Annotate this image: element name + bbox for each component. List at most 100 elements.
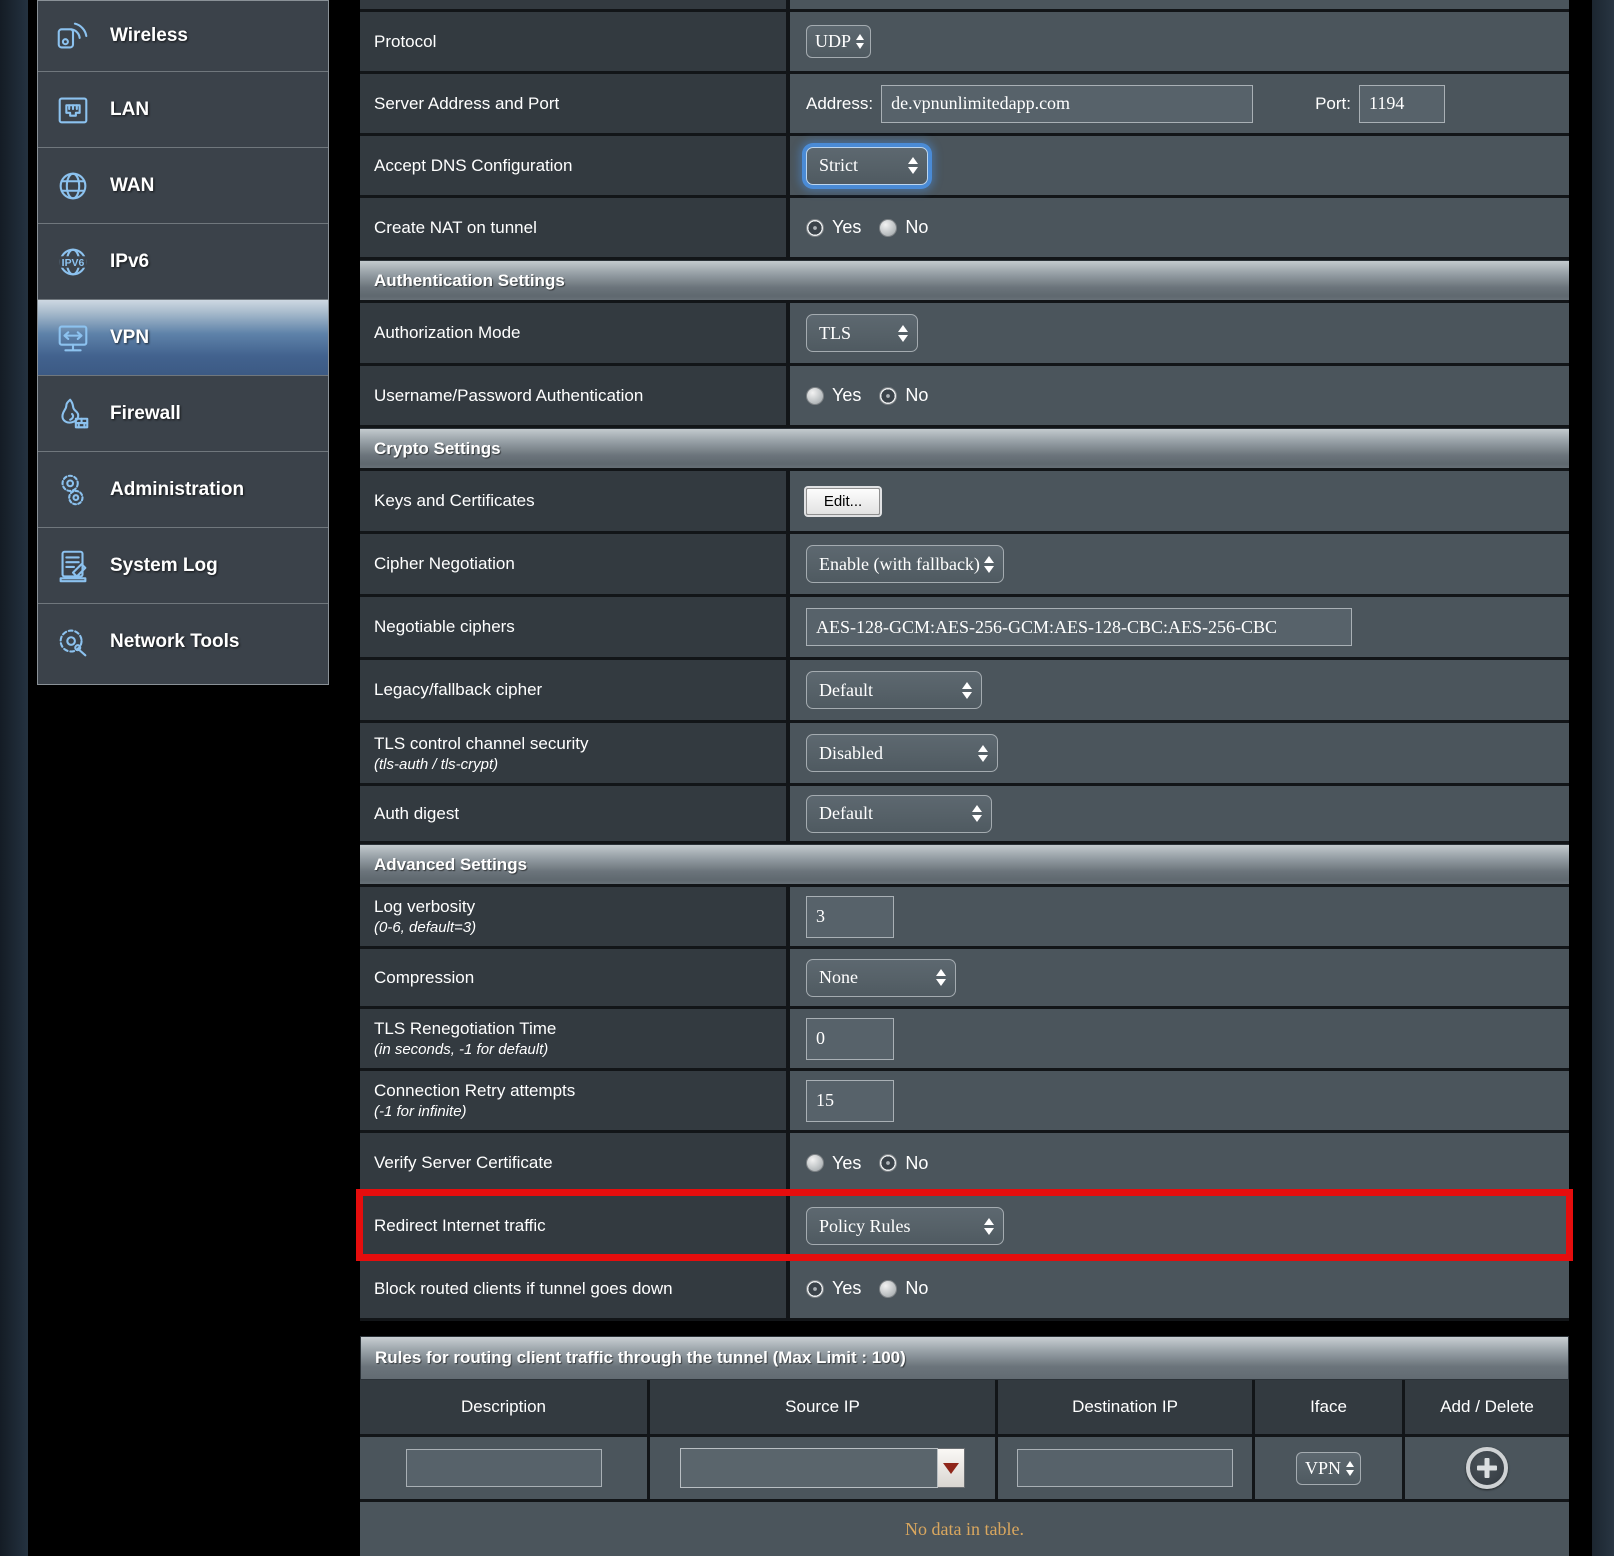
source-ip-dropdown-button[interactable] [938, 1448, 965, 1488]
protocol-row: Protocol UDP [360, 12, 1569, 74]
tls-control-select[interactable]: Disabled [806, 734, 998, 772]
connection-retry-input[interactable] [806, 1080, 894, 1122]
connection-retry-row: Connection Retry attempts (-1 for infini… [360, 1071, 1569, 1133]
sidebar-item-label: Administration [110, 479, 244, 501]
sidebar-item-label: IPv6 [110, 251, 149, 273]
no-radio[interactable] [879, 1154, 897, 1172]
yes-radio[interactable] [806, 387, 824, 405]
accept-dns-select[interactable]: Strict [806, 147, 928, 185]
userpass-auth-row: Username/Password Authentication Yes No [360, 366, 1569, 428]
log-verbosity-label: Log verbosity [374, 897, 786, 917]
log-verbosity-input[interactable] [806, 896, 894, 938]
compression-label: Compression [374, 968, 786, 988]
compression-row: Compression None [360, 949, 1569, 1009]
auth-digest-label: Auth digest [374, 804, 786, 824]
tls-control-row: TLS control channel security (tls-auth /… [360, 723, 1569, 786]
redirect-traffic-select[interactable]: Policy Rules [806, 1207, 1004, 1245]
tls-renegotiation-label: TLS Renegotiation Time [374, 1019, 786, 1039]
sidebar-item-label: LAN [110, 99, 149, 121]
yes-label: Yes [832, 1278, 861, 1299]
yes-radio[interactable] [806, 1280, 824, 1298]
auth-digest-row: Auth digest Default [360, 786, 1569, 844]
page-right-edge [1592, 0, 1614, 1556]
iface-value: VPN [1305, 1458, 1341, 1479]
sidebar-item-ipv6[interactable]: IPV6 IPv6 [38, 224, 328, 300]
negotiable-ciphers-row: Negotiable ciphers [360, 597, 1569, 660]
sidebar-item-system-log[interactable]: System Log [38, 528, 328, 604]
compression-value: None [819, 967, 858, 988]
sidebar-item-wan[interactable]: WAN [38, 148, 328, 224]
server-address-input[interactable] [881, 85, 1253, 123]
negotiable-ciphers-input[interactable] [806, 608, 1352, 646]
cipher-negotiation-select[interactable]: Enable (with fallback) [806, 545, 1004, 583]
connection-retry-sublabel: (-1 for infinite) [374, 1103, 786, 1120]
sidebar-item-network-tools[interactable]: Network Tools [38, 604, 328, 680]
auth-digest-value: Default [819, 803, 873, 824]
authorization-mode-select[interactable]: TLS [806, 314, 918, 352]
yes-radio[interactable] [806, 1154, 824, 1172]
select-arrows-icon [908, 157, 918, 174]
red-dropdown-arrow-icon [943, 1463, 959, 1474]
select-arrows-icon [1346, 1461, 1354, 1476]
sidebar-item-label: Network Tools [110, 631, 240, 653]
redirect-traffic-row: Redirect Internet traffic Policy Rules [360, 1196, 1569, 1259]
network-tools-icon [50, 623, 96, 661]
redirect-traffic-value: Policy Rules [819, 1216, 911, 1237]
userpass-radio-group: Yes No [806, 385, 938, 406]
source-ip-input[interactable] [680, 1448, 938, 1488]
sidebar-item-label: VPN [110, 327, 149, 349]
no-label: No [905, 385, 928, 406]
block-routed-row: Block routed clients if tunnel goes down… [360, 1259, 1569, 1321]
yes-radio[interactable] [806, 219, 824, 237]
auth-digest-select[interactable]: Default [806, 795, 992, 833]
yes-label: Yes [832, 1153, 861, 1174]
block-routed-radio-group: Yes No [806, 1278, 938, 1299]
server-port-input[interactable] [1359, 85, 1445, 123]
destination-ip-input[interactable] [1017, 1449, 1233, 1487]
yes-label: Yes [832, 385, 861, 406]
sidebar-item-wireless[interactable]: Wireless [38, 1, 328, 72]
create-nat-label: Create NAT on tunnel [374, 218, 786, 238]
sidebar-item-lan[interactable]: LAN [38, 72, 328, 148]
tls-renegotiation-input[interactable] [806, 1018, 894, 1060]
tls-control-value: Disabled [819, 743, 883, 764]
add-rule-button[interactable] [1466, 1447, 1508, 1489]
no-radio[interactable] [879, 387, 897, 405]
page-left-edge [0, 0, 28, 1556]
select-arrows-icon [962, 682, 972, 699]
authentication-settings-header: Authentication Settings [360, 260, 1569, 303]
sidebar-item-administration[interactable]: Administration [38, 452, 328, 528]
verify-certificate-radio-group: Yes No [806, 1153, 938, 1174]
sidebar-item-label: Firewall [110, 403, 181, 425]
create-nat-radio-group: Yes No [806, 217, 938, 238]
protocol-select[interactable]: UDP [806, 25, 871, 58]
crypto-settings-header: Crypto Settings [360, 428, 1569, 471]
yes-label: Yes [832, 217, 861, 238]
no-radio[interactable] [879, 219, 897, 237]
sidebar-item-vpn[interactable]: VPN [38, 300, 328, 376]
accept-dns-value: Strict [819, 155, 858, 176]
administration-icon [50, 471, 96, 509]
authorization-mode-value: TLS [819, 323, 851, 344]
router-admin-page: Wireless LAN WAN IPV6 IPv6 VPN [0, 0, 1614, 1556]
rule-description-input[interactable] [406, 1449, 602, 1487]
log-verbosity-sublabel: (0-6, default=3) [374, 919, 786, 936]
no-label: No [905, 217, 928, 238]
no-radio[interactable] [879, 1280, 897, 1298]
column-header-description: Description [360, 1380, 650, 1434]
log-verbosity-row: Log verbosity (0-6, default=3) [360, 887, 1569, 949]
no-label: No [905, 1278, 928, 1299]
sidebar-item-label: System Log [110, 555, 218, 577]
select-arrows-icon [984, 1218, 994, 1235]
iface-select[interactable]: VPN [1296, 1452, 1361, 1485]
partial-row [360, 0, 1569, 12]
rules-empty-message: No data in table. [360, 1502, 1569, 1556]
rules-input-row: VPN [360, 1437, 1569, 1502]
verify-certificate-row: Verify Server Certificate Yes No [360, 1133, 1569, 1196]
legacy-cipher-select[interactable]: Default [806, 671, 982, 709]
edit-keys-button[interactable]: Edit... [806, 488, 880, 515]
protocol-value: UDP [815, 31, 851, 52]
compression-select[interactable]: None [806, 959, 956, 997]
accept-dns-label: Accept DNS Configuration [374, 156, 786, 176]
sidebar-item-firewall[interactable]: Firewall [38, 376, 328, 452]
